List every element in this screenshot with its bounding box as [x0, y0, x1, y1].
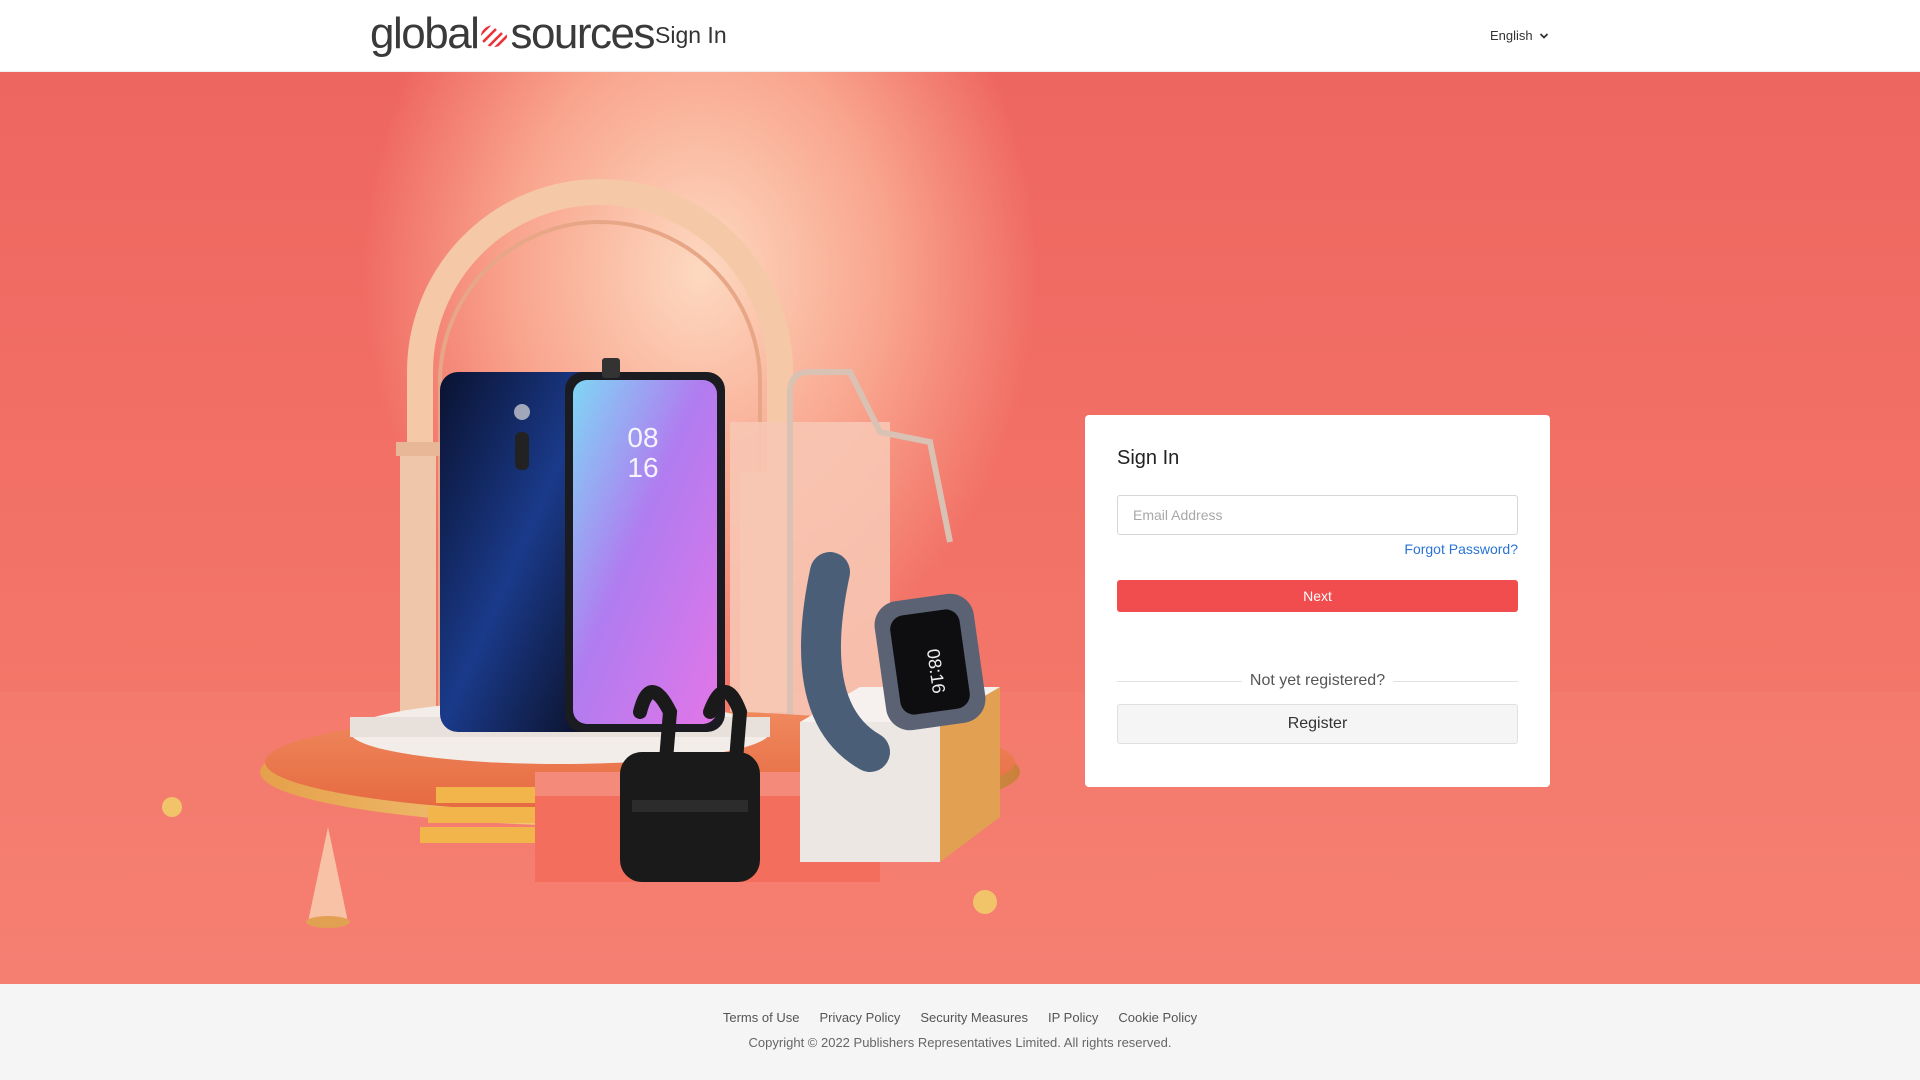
terms-of-use-link[interactable]: Terms of Use [723, 1010, 800, 1025]
not-registered-text: Not yet registered? [1249, 672, 1386, 689]
cookie-policy-link[interactable]: Cookie Policy [1118, 1010, 1197, 1025]
product-showcase-illustration: 08 16 08:16 [0, 179, 1920, 984]
forgot-password-link[interactable]: Forgot Password? [1404, 541, 1518, 557]
svg-text:08: 08 [627, 422, 658, 453]
email-field[interactable] [1117, 495, 1518, 535]
language-selector[interactable]: English [1490, 28, 1549, 43]
svg-text:16: 16 [627, 452, 658, 483]
footer-links: Terms of Use Privacy Policy Security Mea… [0, 1010, 1920, 1025]
privacy-policy-link[interactable]: Privacy Policy [819, 1010, 900, 1025]
ip-policy-link[interactable]: IP Policy [1048, 1010, 1098, 1025]
logo-text-right: sources [510, 9, 655, 58]
register-button[interactable]: Register [1117, 704, 1518, 744]
signin-title: Sign In [1117, 447, 1180, 469]
divider-line-right [1393, 680, 1518, 682]
divider-line-left [1117, 680, 1242, 682]
global-sources-logo[interactable]: global sources [370, 9, 656, 58]
page-title: Sign In [655, 22, 727, 48]
copyright-text: Copyright © 2022 Publishers Representati… [748, 1035, 1172, 1050]
signin-card: Sign In Forgot Password? Next Not yet re… [1085, 415, 1550, 787]
chevron-down-icon [1539, 32, 1548, 39]
hero-banner: 08 16 08:16 Sign In Forgot Password? Nex [0, 72, 1920, 984]
next-button[interactable]: Next [1117, 580, 1518, 612]
site-footer: Terms of Use Privacy Policy Security Mea… [0, 984, 1920, 1080]
register-divider: Not yet registered? [1117, 671, 1518, 691]
site-header: global sources Sign In English [0, 0, 1920, 72]
globe-stripes-icon [481, 25, 508, 47]
language-label: English [1490, 28, 1533, 43]
logo-text-left: global [370, 9, 480, 58]
security-measures-link[interactable]: Security Measures [920, 1010, 1028, 1025]
